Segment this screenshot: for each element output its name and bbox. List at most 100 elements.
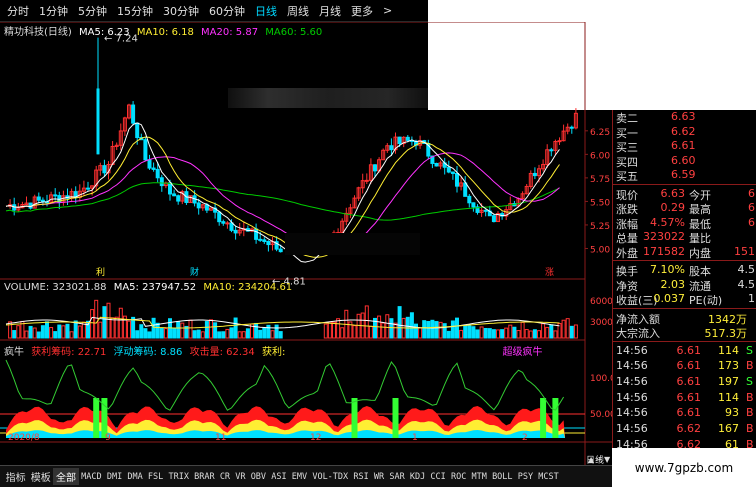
- candle-body: [455, 172, 459, 187]
- period-tab[interactable]: 1分钟: [36, 2, 71, 20]
- more-arrow-icon[interactable]: >: [380, 3, 395, 18]
- tab-boll[interactable]: BOLL: [489, 471, 515, 483]
- volume-bar: [327, 321, 332, 339]
- period-tab[interactable]: 更多: [348, 2, 376, 20]
- volume-bar: [545, 326, 550, 339]
- period-tab[interactable]: 月线: [316, 2, 344, 20]
- volume-bar: [426, 320, 431, 339]
- volume-bar: [188, 319, 193, 339]
- candle-body: [373, 164, 377, 172]
- period-tab[interactable]: 15分钟: [114, 2, 156, 20]
- volume-bar: [151, 317, 156, 339]
- stat-value: 0.29: [660, 201, 686, 214]
- volume-bar: [332, 321, 336, 339]
- y-tick-label: 6.25: [590, 128, 610, 138]
- candle-body: [196, 202, 201, 209]
- tick-time: 14:56: [616, 422, 648, 435]
- tab-dmi[interactable]: DMI: [104, 471, 125, 483]
- indicator-y-tick: 100.0: [590, 374, 612, 384]
- period-tab[interactable]: 5分钟: [75, 2, 110, 20]
- candle-body: [434, 162, 439, 167]
- tab-cr[interactable]: CR: [217, 471, 232, 483]
- volume-bar: [163, 328, 168, 339]
- tab-vol-tdx[interactable]: VOL-TDX: [310, 471, 351, 483]
- order-book-row: 买一 6.62: [613, 125, 756, 140]
- candle-body: [204, 204, 209, 211]
- dayline-label[interactable]: 日线: [586, 453, 612, 466]
- volume-value: VOLUME: 323021.88: [4, 282, 107, 293]
- candle-body: [159, 177, 164, 187]
- y-tick-label: 6.00: [590, 151, 610, 161]
- volume-bar: [49, 327, 54, 339]
- tab-dma[interactable]: DMA: [125, 471, 146, 483]
- volume-bar: [24, 330, 29, 339]
- volume-bar: [475, 329, 480, 339]
- tab-rsi[interactable]: RSI: [351, 471, 372, 483]
- tab-mtm[interactable]: MTM: [469, 471, 490, 483]
- tab-cci[interactable]: CCI: [428, 471, 449, 483]
- volume-bar: [516, 330, 521, 339]
- volume-bar: [438, 321, 443, 339]
- candle-body: [254, 228, 259, 240]
- tab-emv[interactable]: EMV: [289, 471, 310, 483]
- volume-bar: [352, 325, 357, 339]
- volume-bar: [45, 321, 49, 339]
- stat-value: 151: [734, 244, 755, 258]
- fin-label: 收益(三): [616, 294, 658, 307]
- stat-value: 6: [748, 201, 755, 214]
- period-bar: 分时 1分钟 5分钟 15分钟 30分钟 60分钟 日线 周线 月线 更多 >: [0, 0, 428, 22]
- tab-sar[interactable]: SAR: [387, 471, 408, 483]
- stat-value: 6.63: [660, 186, 686, 200]
- period-tab[interactable]: 分时: [4, 2, 32, 20]
- stat-label: 内盘: [689, 246, 711, 260]
- candle-body: [225, 222, 230, 225]
- tick-time: 14:56: [616, 374, 648, 388]
- volume-bar: [418, 327, 423, 339]
- tab-指标[interactable]: 指标: [3, 468, 28, 485]
- quote-panel: 卖二 6.63 买一 6.62 买三 6.61 买四 6.60 买五 6.59 现价 6.63 今开 6 涨…: [612, 110, 756, 487]
- volume-bar: [254, 322, 259, 339]
- trade-tick-row: 14:56 6.61 197 S: [613, 375, 756, 391]
- x-axis-label: 2: [522, 433, 528, 443]
- tab-mcst[interactable]: MCST: [536, 471, 562, 483]
- order-price: 6.60: [671, 153, 696, 167]
- tab-brar[interactable]: BRAR: [192, 471, 218, 483]
- tab-macd[interactable]: MACD: [79, 471, 105, 483]
- volume-bar: [28, 325, 33, 339]
- volume-bar: [65, 323, 70, 339]
- tab-asi[interactable]: ASI: [269, 471, 290, 483]
- period-tab[interactable]: 日线: [252, 2, 280, 20]
- tab-模板[interactable]: 模板: [28, 468, 53, 485]
- tab-kdj[interactable]: KDJ: [407, 471, 428, 483]
- period-tab[interactable]: 30分钟: [160, 2, 202, 20]
- volume-bar: [471, 326, 476, 339]
- tick-volume: 173: [718, 359, 739, 373]
- divider: [613, 260, 756, 261]
- volume-legend: VOLUME: 323021.88 MA5: 237947.52 MA10: 2…: [4, 282, 296, 293]
- tab-roc[interactable]: ROC: [448, 471, 469, 483]
- strength-line: [5, 359, 565, 411]
- tab-trix[interactable]: TRIX: [166, 471, 192, 483]
- tab-wr[interactable]: WR: [371, 471, 386, 483]
- volume-bar: [139, 324, 144, 339]
- tab-fsl[interactable]: FSL: [145, 471, 166, 483]
- tab-psy[interactable]: PSY: [515, 471, 536, 483]
- ma20-line: [5, 152, 560, 251]
- period-tab[interactable]: 周线: [284, 2, 312, 20]
- tab-obv[interactable]: OBV: [248, 471, 269, 483]
- volume-bar: [336, 318, 341, 339]
- period-tab[interactable]: 60分钟: [206, 2, 248, 20]
- signal-bar: [93, 398, 100, 438]
- volume-bar: [479, 326, 484, 339]
- volume-bar: [94, 299, 99, 339]
- volume-bar: [455, 317, 459, 339]
- candle-body: [483, 209, 488, 212]
- indicator-tabs: 指标 模板 全部 MACD DMI DMA FSL TRIX BRAR CR VR OBV ASI EMV…: [0, 465, 612, 487]
- volume-bar: [520, 321, 525, 339]
- tab-全部[interactable]: 全部: [53, 468, 79, 485]
- candle-body: [557, 140, 562, 143]
- volume-bar: [528, 330, 533, 339]
- flow-row: 净流入额 1342万: [613, 311, 756, 326]
- order-price: 6.61: [671, 139, 696, 152]
- tab-vr[interactable]: VR: [233, 471, 248, 483]
